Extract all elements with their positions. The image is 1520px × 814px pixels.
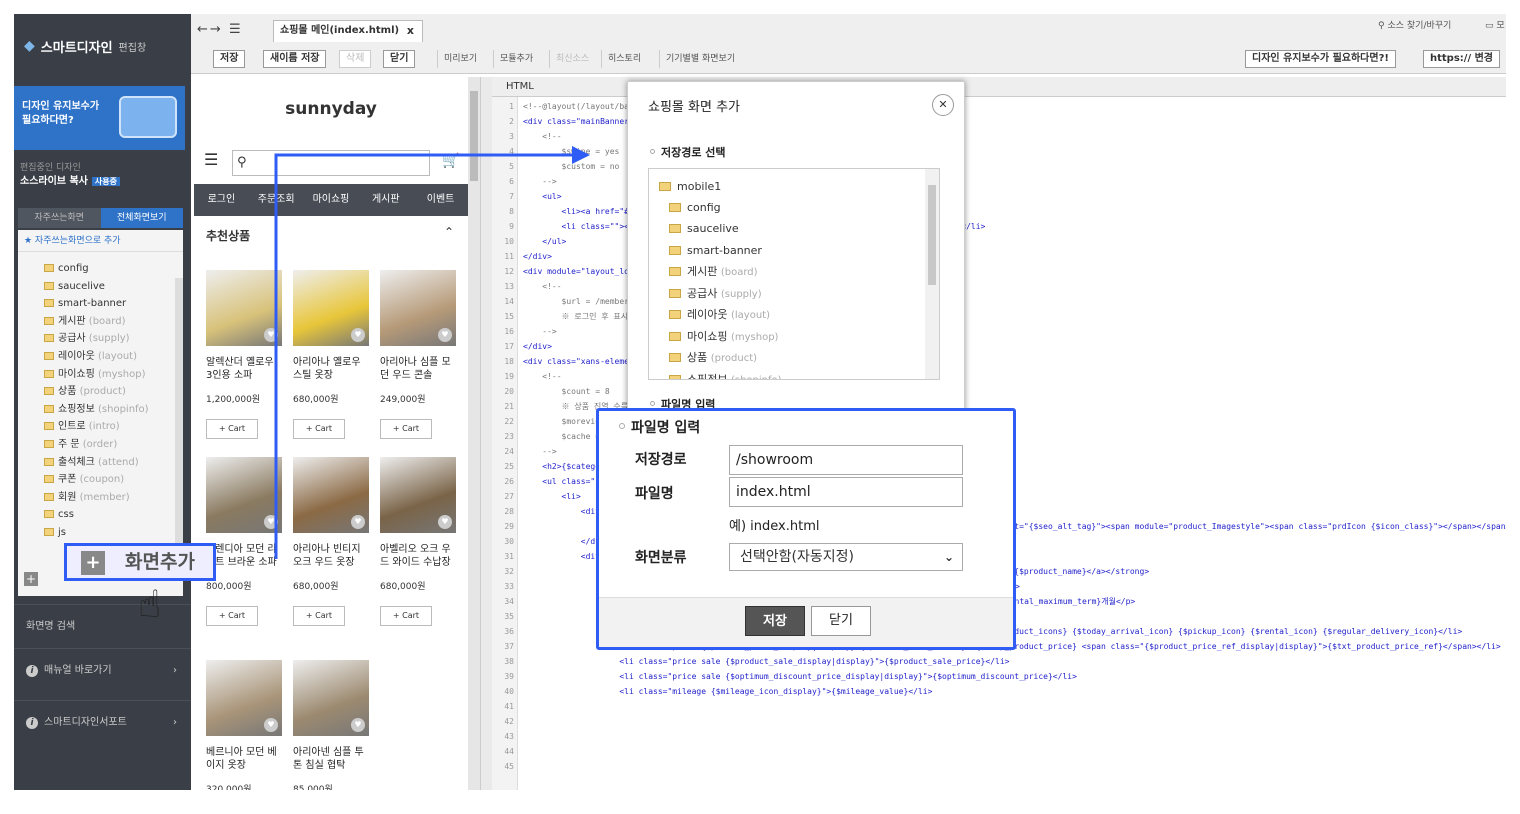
arrow-line [274,153,574,559]
callout-label: 화면추가 [125,551,195,573]
window: ◆ 스마트디자인 편집창 디자인 유지보수가 필요하다면? 편집중인 디자인 소… [14,14,1506,790]
add-screen-callout[interactable]: + 화면추가 [64,543,216,581]
callout-arrow [274,146,590,559]
plus-icon: + [81,551,105,575]
pointer-hand-icon: ☝ [138,582,162,626]
arrow-head [572,146,590,164]
